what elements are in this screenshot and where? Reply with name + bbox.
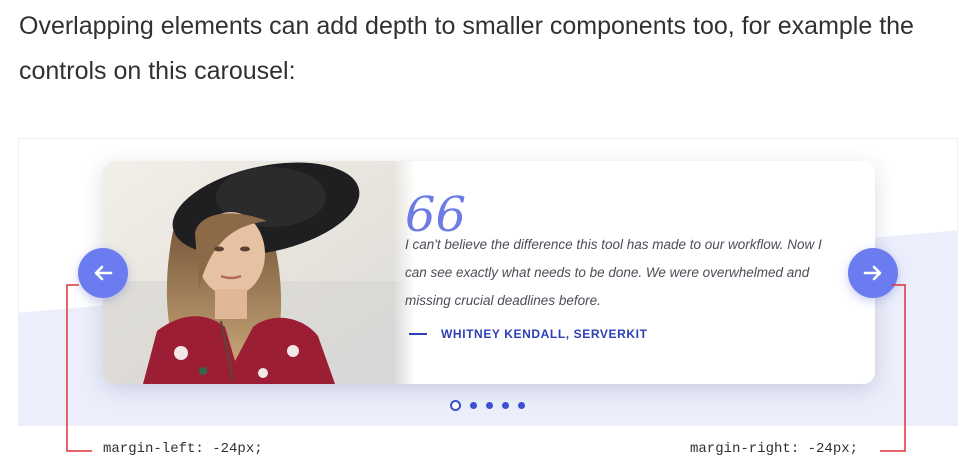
margin-right-label: margin-right: -24px;	[690, 441, 859, 457]
author-dash	[409, 333, 427, 335]
carousel-dot[interactable]	[486, 402, 493, 409]
margin-left-label: margin-left: -24px;	[103, 441, 263, 457]
carousel-prev-button[interactable]	[78, 248, 128, 298]
carousel-pagination	[450, 400, 534, 411]
arrow-right-icon	[863, 265, 882, 281]
carousel-stage: 66 I can't believe the difference this t…	[18, 138, 958, 426]
carousel-dot[interactable]	[470, 402, 477, 409]
testimonial-photo	[103, 161, 415, 384]
testimonial-quote: I can't believe the difference this tool…	[405, 237, 822, 308]
carousel-dot[interactable]	[450, 400, 461, 411]
carousel-dot[interactable]	[502, 402, 509, 409]
arrow-left-icon	[94, 265, 113, 281]
intro-paragraph: Overlapping elements can add depth to sm…	[19, 12, 914, 85]
carousel-next-button[interactable]	[848, 248, 898, 298]
testimonial-card: 66 I can't believe the difference this t…	[103, 161, 875, 384]
carousel-dot[interactable]	[518, 402, 525, 409]
testimonial-author: WHITNEY KENDALL, SERVERKIT	[409, 327, 648, 341]
author-name: WHITNEY KENDALL, SERVERKIT	[441, 327, 648, 341]
